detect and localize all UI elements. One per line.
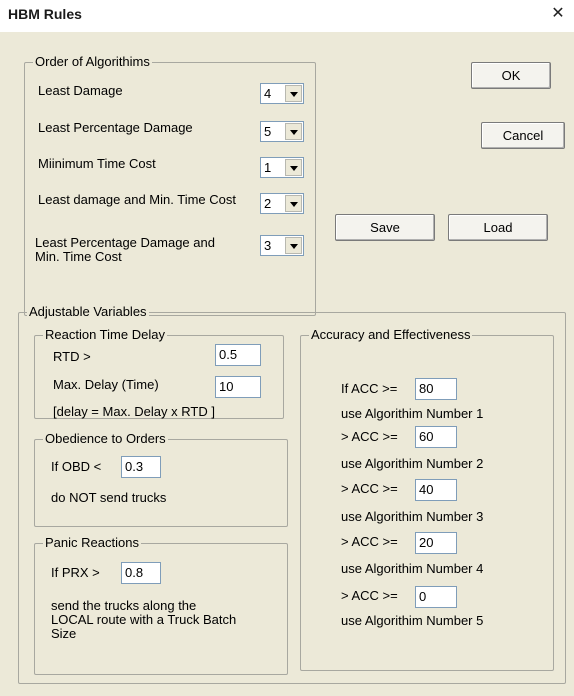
ok-button[interactable]: OK xyxy=(471,62,551,89)
order-group-legend: Order of Algorithims xyxy=(33,54,152,69)
reaction-group-legend: Reaction Time Delay xyxy=(43,327,167,342)
acc-use-1: use Algorithim Number 1 xyxy=(341,406,484,421)
window-title: HBM Rules xyxy=(8,6,82,22)
delay-formula: [delay = Max. Delay x RTD ] xyxy=(53,404,215,419)
obedience-note: do NOT send trucks xyxy=(51,490,167,505)
panic-reactions-group: Panic Reactions If PRX > 0.8 send the tr… xyxy=(34,535,288,675)
cancel-button[interactable]: Cancel xyxy=(481,122,565,149)
acc-use-5: use Algorithim Number 5 xyxy=(341,613,484,628)
chevron-down-icon[interactable] xyxy=(285,123,302,140)
acc-input-1[interactable]: 80 xyxy=(415,378,457,400)
save-button[interactable]: Save xyxy=(335,214,435,241)
algo-select-least-damage-min-time[interactable]: 2 xyxy=(260,193,304,214)
algo-select-least-percentage-min-time[interactable]: 3 xyxy=(260,235,304,256)
algo-label-least-damage: Least Damage xyxy=(38,83,123,98)
algo-select-value: 1 xyxy=(264,160,272,175)
acc-cond-5: > ACC >= xyxy=(341,588,398,603)
dialog-body: Order of Algorithims Least Damage 4 Leas… xyxy=(0,32,574,696)
acc-use-2: use Algorithim Number 2 xyxy=(341,456,484,471)
acc-input-4[interactable]: 20 xyxy=(415,532,457,554)
acc-input-2[interactable]: 60 xyxy=(415,426,457,448)
chevron-down-icon[interactable] xyxy=(285,159,302,176)
obd-input[interactable]: 0.3 xyxy=(121,456,161,478)
reaction-time-delay-group: Reaction Time Delay RTD > 0.5 Max. Delay… xyxy=(34,327,284,419)
algo-select-value: 2 xyxy=(264,196,272,211)
max-delay-label: Max. Delay (Time) xyxy=(53,377,159,392)
algo-label-least-damage-min-time: Least damage and Min. Time Cost xyxy=(38,192,236,207)
panic-note: send the trucks along the LOCAL route wi… xyxy=(51,598,237,641)
algo-select-value: 4 xyxy=(264,86,272,101)
acc-cond-4: > ACC >= xyxy=(341,534,398,549)
adjustable-group-legend: Adjustable Variables xyxy=(27,304,149,319)
obedience-to-orders-group: Obedience to Orders If OBD < 0.3 do NOT … xyxy=(34,431,288,527)
title-bar: HBM Rules ✕ xyxy=(0,0,574,33)
acc-input-3[interactable]: 40 xyxy=(415,479,457,501)
algo-label-least-percentage-min-time: Least Percentage Damage and Min. Time Co… xyxy=(35,235,215,264)
max-delay-input[interactable]: 10 xyxy=(215,376,261,398)
algo-select-least-percentage-damage[interactable]: 5 xyxy=(260,121,304,142)
algo-label-least-percentage-damage: Least Percentage Damage xyxy=(38,120,193,135)
obedience-group-legend: Obedience to Orders xyxy=(43,431,168,446)
acc-cond-1: If ACC >= xyxy=(341,381,398,396)
accuracy-group-legend: Accuracy and Effectiveness xyxy=(309,327,473,342)
prx-input[interactable]: 0.8 xyxy=(121,562,161,584)
rtd-label: RTD > xyxy=(53,349,91,364)
accuracy-effectiveness-group: Accuracy and Effectiveness If ACC >= 80 … xyxy=(300,327,554,671)
algo-select-minimum-time-cost[interactable]: 1 xyxy=(260,157,304,178)
algo-label-minimum-time-cost: Miinimum Time Cost xyxy=(38,156,156,171)
acc-cond-3: > ACC >= xyxy=(341,481,398,496)
acc-use-4: use Algorithim Number 4 xyxy=(341,561,484,576)
algo-select-value: 3 xyxy=(264,238,272,253)
prx-label: If PRX > xyxy=(51,565,100,580)
algo-select-value: 5 xyxy=(264,124,272,139)
order-of-algorithms-group: Order of Algorithims Least Damage 4 Leas… xyxy=(24,54,316,316)
acc-input-5[interactable]: 0 xyxy=(415,586,457,608)
rtd-input[interactable]: 0.5 xyxy=(215,344,261,366)
obd-label: If OBD < xyxy=(51,459,102,474)
acc-cond-2: > ACC >= xyxy=(341,429,398,444)
close-icon[interactable]: ✕ xyxy=(548,4,568,24)
acc-use-3: use Algorithim Number 3 xyxy=(341,509,484,524)
load-button[interactable]: Load xyxy=(448,214,548,241)
panic-group-legend: Panic Reactions xyxy=(43,535,141,550)
chevron-down-icon[interactable] xyxy=(285,85,302,102)
chevron-down-icon[interactable] xyxy=(285,237,302,254)
algo-select-least-damage[interactable]: 4 xyxy=(260,83,304,104)
chevron-down-icon[interactable] xyxy=(285,195,302,212)
